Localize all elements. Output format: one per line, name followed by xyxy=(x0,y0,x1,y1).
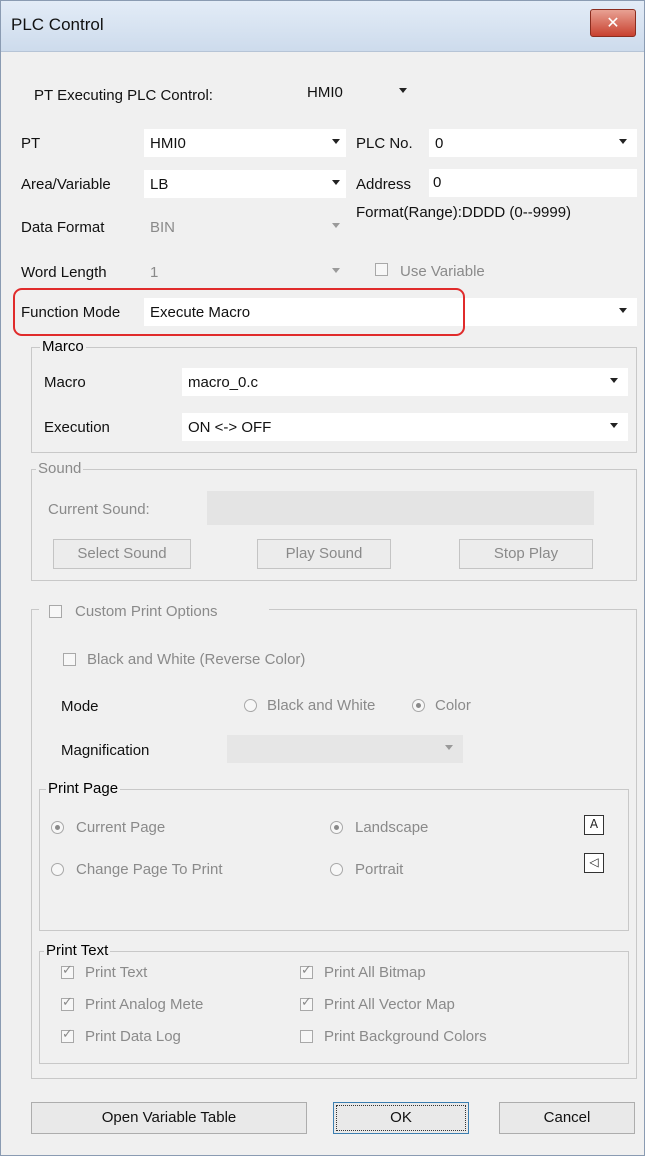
current-page-label: Current Page xyxy=(76,819,166,836)
current-page-radio[interactable] xyxy=(51,821,64,834)
chevron-down-icon xyxy=(445,745,453,750)
pt-value: HMI0 xyxy=(150,135,186,152)
mode-bw-radio[interactable] xyxy=(244,699,257,712)
use-variable-label: Use Variable xyxy=(400,263,485,280)
print-page-title: Print Page xyxy=(46,780,121,797)
macro-select[interactable]: macro_0.c xyxy=(182,368,628,396)
current-sound-display xyxy=(207,491,594,525)
macro-group-title: Marco xyxy=(40,338,86,355)
landscape-icon: A xyxy=(584,815,604,835)
chevron-down-icon xyxy=(619,139,627,144)
magnification-label: Magnification xyxy=(61,742,150,759)
print-text-checkbox[interactable] xyxy=(61,963,74,979)
area-value: LB xyxy=(150,176,169,193)
function-mode-highlight xyxy=(13,288,465,336)
window-title: PLC Control xyxy=(11,15,104,34)
select-sound-button[interactable]: Select Sound xyxy=(53,539,191,569)
print-bg-colors-checkbox[interactable] xyxy=(300,1030,313,1043)
mode-color-label: Color xyxy=(435,697,471,714)
data-format-select[interactable]: BIN xyxy=(144,213,346,241)
chevron-down-icon xyxy=(610,423,618,428)
address-label: Address xyxy=(356,176,412,193)
custom-print-checkbox[interactable] xyxy=(49,605,62,618)
mode-bw-label: Black and White xyxy=(267,697,376,714)
plc-no-select[interactable]: 0 xyxy=(429,129,637,157)
area-label: Area/Variable xyxy=(21,176,111,193)
area-select[interactable]: LB xyxy=(144,170,346,198)
print-vector-checkbox[interactable] xyxy=(300,995,313,1011)
chevron-down-icon xyxy=(332,223,340,228)
print-all-bitmap-checkbox[interactable] xyxy=(300,963,313,979)
execution-select[interactable]: ON <-> OFF xyxy=(182,413,628,441)
current-sound-label: Current Sound: xyxy=(48,501,150,518)
magnification-select[interactable] xyxy=(227,735,463,763)
pt-exec-value: HMI0 xyxy=(307,84,343,101)
close-button[interactable]: ✕ xyxy=(590,9,636,37)
open-variable-table-button[interactable]: Open Variable Table xyxy=(31,1102,307,1134)
pt-exec-select[interactable]: HMI0 xyxy=(301,78,413,106)
pt-select[interactable]: HMI0 xyxy=(144,129,346,157)
change-page-label: Change Page To Print xyxy=(76,861,223,878)
mode-label: Mode xyxy=(61,698,99,715)
custom-print-label: Custom Print Options xyxy=(75,603,218,620)
format-range-text: Format(Range):DDDD (0--9999) xyxy=(356,204,572,221)
pt-label: PT xyxy=(21,135,41,152)
landscape-label: Landscape xyxy=(355,819,429,836)
portrait-icon: ◁ xyxy=(584,853,604,873)
play-sound-button[interactable]: Play Sound xyxy=(257,539,391,569)
change-page-radio[interactable] xyxy=(51,863,64,876)
word-length-label: Word Length xyxy=(21,264,107,281)
print-text-label: Print Text xyxy=(85,964,148,981)
address-input[interactable]: 0 xyxy=(429,169,637,197)
print-analog-label: Print Analog Mete xyxy=(85,996,204,1013)
macro-value: macro_0.c xyxy=(188,374,259,391)
print-data-log-checkbox[interactable] xyxy=(61,1027,74,1043)
print-page-group: Print Page xyxy=(39,780,629,931)
landscape-radio[interactable] xyxy=(330,821,343,834)
mode-color-radio[interactable] xyxy=(412,699,425,712)
plc-no-value: 0 xyxy=(435,135,444,152)
bw-reverse-label: Black and White (Reverse Color) xyxy=(87,651,306,668)
chevron-down-icon xyxy=(332,268,340,273)
ok-button[interactable]: OK xyxy=(333,1102,469,1134)
print-text-title: Print Text xyxy=(44,942,111,959)
print-vector-label: Print All Vector Map xyxy=(324,996,455,1013)
use-variable-checkbox[interactable] xyxy=(375,263,388,276)
portrait-radio[interactable] xyxy=(330,863,343,876)
cancel-button[interactable]: Cancel xyxy=(499,1102,635,1134)
execution-label: Execution xyxy=(44,419,110,436)
pt-exec-label: PT Executing PLC Control: xyxy=(34,87,213,104)
address-value: 0 xyxy=(433,174,442,191)
chevron-down-icon xyxy=(619,308,627,313)
stop-play-button[interactable]: Stop Play xyxy=(459,539,593,569)
word-length-select[interactable]: 1 xyxy=(144,258,346,286)
chevron-down-icon xyxy=(610,378,618,383)
print-data-log-label: Print Data Log xyxy=(85,1028,181,1045)
title-bar: PLC Control ✕ xyxy=(1,1,644,52)
print-all-bitmap-label: Print All Bitmap xyxy=(324,964,426,981)
chevron-down-icon xyxy=(332,139,340,144)
print-bg-colors-label: Print Background Colors xyxy=(324,1028,487,1045)
plc-no-label: PLC No. xyxy=(356,135,413,152)
chevron-down-icon xyxy=(399,88,407,93)
sound-group-title: Sound xyxy=(36,460,84,477)
chevron-down-icon xyxy=(332,180,340,185)
portrait-label: Portrait xyxy=(355,861,404,878)
macro-label: Macro xyxy=(44,374,86,391)
data-format-label: Data Format xyxy=(21,219,105,236)
bw-reverse-checkbox[interactable] xyxy=(63,653,76,666)
data-format-value: BIN xyxy=(150,219,176,236)
print-analog-checkbox[interactable] xyxy=(61,995,74,1011)
word-length-value: 1 xyxy=(150,264,159,281)
plc-control-dialog: PLC Control ✕ PT Executing PLC Control: … xyxy=(0,0,645,1156)
execution-value: ON <-> OFF xyxy=(188,419,272,436)
